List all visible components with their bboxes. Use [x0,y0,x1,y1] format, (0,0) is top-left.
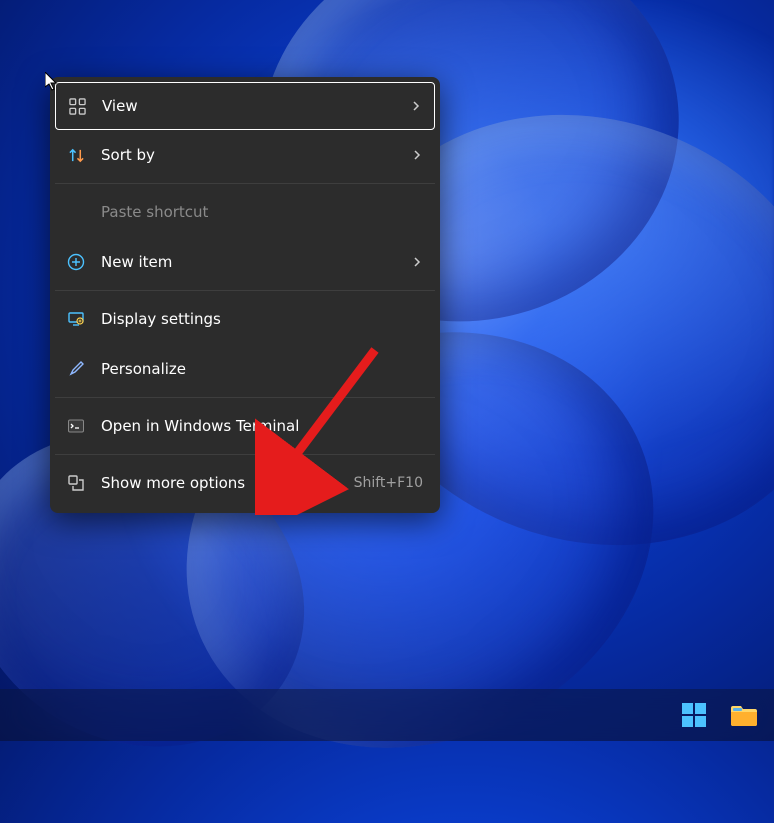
menu-separator [55,290,435,291]
menu-separator [55,454,435,455]
menu-label: New item [101,253,411,271]
desktop-context-menu: View Sort by Paste shortcut New item [50,77,440,513]
mouse-cursor-icon [45,72,59,92]
start-button[interactable] [676,697,712,733]
folder-icon [730,704,758,726]
terminal-icon [67,417,85,435]
menu-label: Paste shortcut [101,203,423,221]
menu-item-windows-terminal[interactable]: Open in Windows Terminal [55,401,435,451]
view-grid-icon [68,97,86,115]
menu-item-view[interactable]: View [55,82,435,130]
chevron-right-icon [410,100,422,112]
menu-item-sort-by[interactable]: Sort by [55,130,435,180]
menu-item-show-more-options[interactable]: Show more options Shift+F10 [55,458,435,508]
brush-icon [67,360,85,378]
menu-label: Open in Windows Terminal [101,417,423,435]
menu-item-new[interactable]: New item [55,237,435,287]
new-plus-icon [67,253,85,271]
menu-separator [55,397,435,398]
menu-label: Show more options [101,474,354,492]
windows-logo-icon [682,703,706,727]
taskbar [0,689,774,741]
more-options-icon [67,474,85,492]
sort-arrows-icon [67,146,85,164]
menu-label: Display settings [101,310,423,328]
menu-label: Sort by [101,146,411,164]
menu-item-display-settings[interactable]: Display settings [55,294,435,344]
menu-shortcut: Shift+F10 [354,475,423,491]
menu-item-personalize[interactable]: Personalize [55,344,435,394]
display-icon [67,310,85,328]
menu-item-paste-shortcut: Paste shortcut [55,187,435,237]
menu-label: Personalize [101,360,423,378]
chevron-right-icon [411,149,423,161]
menu-label: View [102,97,410,115]
file-explorer-button[interactable] [726,697,762,733]
menu-separator [55,183,435,184]
chevron-right-icon [411,256,423,268]
